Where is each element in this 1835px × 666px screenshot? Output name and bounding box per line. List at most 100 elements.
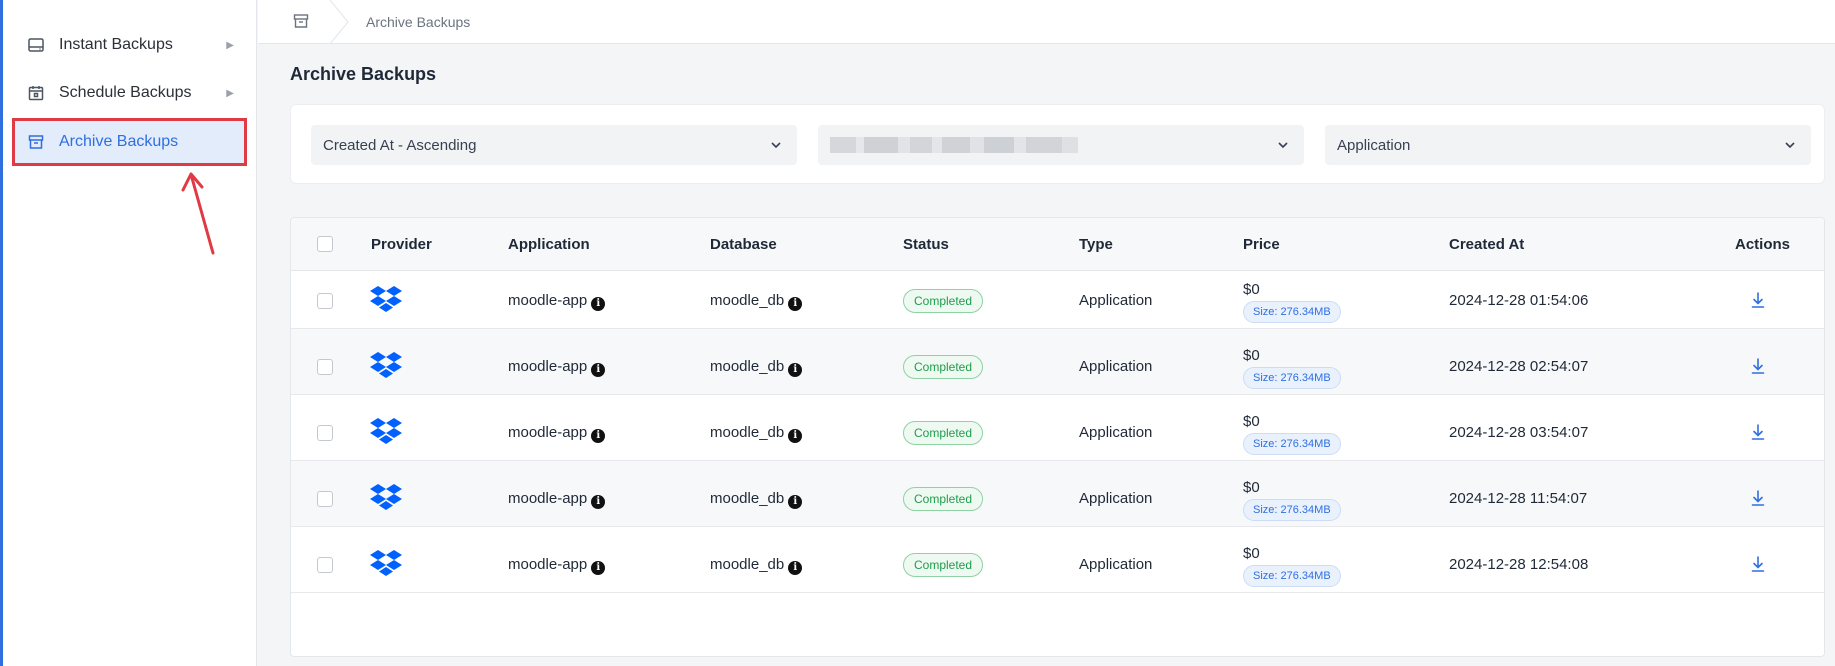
price-value: $0 — [1243, 545, 1260, 562]
database-name: moodle_db — [710, 358, 785, 375]
info-icon[interactable]: i — [788, 494, 803, 509]
application-name: moodle-app — [508, 292, 588, 309]
filter-bar: Created At - Ascending Application — [290, 104, 1825, 184]
status-badge: Completed — [903, 289, 984, 313]
info-icon[interactable]: i — [788, 560, 803, 575]
chevron-down-icon — [1278, 142, 1288, 149]
price-value: $0 — [1243, 413, 1260, 430]
column-header-type: Type — [1079, 236, 1113, 253]
info-icon[interactable]: i — [788, 296, 803, 311]
info-icon[interactable]: i — [591, 494, 606, 509]
sort-select-value: Created At - Ascending — [323, 136, 477, 154]
row-checkbox[interactable] — [317, 425, 333, 441]
info-icon[interactable]: i — [788, 362, 803, 377]
application-name: moodle-app — [508, 358, 588, 375]
archive-icon[interactable] — [292, 12, 310, 30]
info-icon[interactable]: i — [591, 296, 606, 311]
type-cell: Application — [1079, 358, 1153, 375]
price-value: $0 — [1243, 347, 1260, 364]
size-badge: Size: 276.34MB — [1243, 301, 1341, 323]
database-cell: moodle_db i — [710, 292, 803, 311]
column-header-provider: Provider — [371, 236, 432, 253]
sidebar: Instant Backups ▶ Schedule Backups ▶ Arc… — [3, 0, 257, 666]
type-select[interactable]: Application — [1325, 125, 1811, 165]
row-checkbox[interactable] — [317, 293, 333, 309]
download-icon[interactable] — [1750, 555, 1766, 573]
column-header-price: Price — [1243, 236, 1280, 253]
column-header-database: Database — [710, 236, 777, 253]
size-badge: Size: 276.34MB — [1243, 499, 1341, 521]
size-badge: Size: 276.34MB — [1243, 367, 1341, 389]
breadcrumb-current: Archive Backups — [366, 14, 471, 30]
application-cell: moodle-app i — [508, 490, 606, 509]
application-name: moodle-app — [508, 556, 588, 573]
sidebar-item-archive-backups[interactable]: Archive Backups — [13, 119, 246, 165]
info-icon[interactable]: i — [591, 560, 606, 575]
row-checkbox[interactable] — [317, 359, 333, 375]
created-at-cell: 2024-12-28 03:54:07 — [1449, 424, 1589, 441]
price-value: $0 — [1243, 281, 1260, 298]
download-icon[interactable] — [1750, 489, 1766, 507]
application-cell: moodle-app i — [508, 424, 606, 443]
size-badge: Size: 276.34MB — [1243, 433, 1341, 455]
calendar-icon — [27, 84, 45, 102]
sidebar-item-label: Schedule Backups — [59, 84, 192, 101]
sidebar-item-schedule-backups[interactable]: Schedule Backups ▶ — [13, 70, 246, 116]
chevron-down-icon — [1785, 142, 1795, 149]
table-row: moodle-app i moodle_db i Completed Applica… — [291, 461, 1824, 527]
type-select-value: Application — [1337, 136, 1411, 154]
price-value: $0 — [1243, 479, 1260, 496]
type-cell: Application — [1079, 556, 1153, 573]
status-badge: Completed — [903, 421, 984, 445]
database-name: moodle_db — [710, 424, 785, 441]
chevron-down-icon — [771, 142, 781, 149]
server-select[interactable] — [818, 125, 1304, 165]
created-at-cell: 2024-12-28 02:54:07 — [1449, 358, 1589, 375]
info-icon[interactable]: i — [591, 362, 606, 377]
application-cell: moodle-app i — [508, 292, 606, 311]
download-icon[interactable] — [1750, 423, 1766, 441]
breadcrumb-separator-icon — [329, 0, 349, 44]
sidebar-item-instant-backups[interactable]: Instant Backups ▶ — [13, 22, 246, 68]
column-header-status: Status — [903, 236, 949, 253]
application-name: moodle-app — [508, 424, 588, 441]
database-cell: moodle_db i — [710, 490, 803, 509]
column-header-application: Application — [508, 236, 590, 253]
sidebar-item-label: Archive Backups — [59, 133, 179, 150]
redacted-value — [830, 137, 1078, 153]
application-name: moodle-app — [508, 490, 588, 507]
created-at-cell: 2024-12-28 11:54:07 — [1449, 490, 1588, 507]
application-cell: moodle-app i — [508, 556, 606, 575]
database-cell: moodle_db i — [710, 556, 803, 575]
database-cell: moodle_db i — [710, 424, 803, 443]
database-name: moodle_db — [710, 556, 785, 573]
archive-icon — [27, 133, 45, 151]
dropbox-icon — [370, 484, 402, 510]
database-cell: moodle_db i — [710, 358, 803, 377]
dropbox-icon — [370, 418, 402, 444]
info-icon[interactable]: i — [591, 428, 606, 443]
table-row: moodle-app i moodle_db i Completed Applica… — [291, 329, 1824, 395]
row-checkbox[interactable] — [317, 491, 333, 507]
column-header-actions: Actions — [1735, 236, 1791, 253]
sidebar-item-label: Instant Backups — [59, 36, 173, 53]
select-all-checkbox[interactable] — [317, 236, 333, 252]
download-icon[interactable] — [1750, 291, 1766, 309]
sort-select[interactable]: Created At - Ascending — [311, 125, 797, 165]
download-icon[interactable] — [1750, 357, 1766, 375]
type-cell: Application — [1079, 292, 1153, 309]
table-row: moodle-app i moodle_db i Completed Applica… — [291, 527, 1824, 593]
breadcrumb: Archive Backups — [258, 0, 1835, 44]
created-at-cell: 2024-12-28 01:54:06 — [1449, 292, 1589, 309]
dropbox-icon — [370, 550, 402, 576]
page-title: Archive Backups — [290, 64, 437, 84]
annotation-arrow-icon — [181, 172, 215, 255]
info-icon[interactable]: i — [788, 428, 803, 443]
row-checkbox[interactable] — [317, 557, 333, 573]
column-header-created-at: Created At — [1449, 236, 1525, 253]
created-at-cell: 2024-12-28 12:54:08 — [1449, 556, 1589, 573]
table-row: moodle-app i moodle_db i Completed Applica… — [291, 395, 1824, 461]
status-badge: Completed — [903, 487, 984, 511]
size-badge: Size: 276.34MB — [1243, 565, 1341, 587]
type-cell: Application — [1079, 490, 1153, 507]
